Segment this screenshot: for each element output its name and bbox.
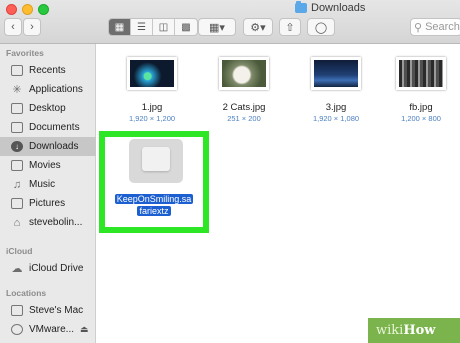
group-by-button[interactable]: ▦▾	[198, 18, 236, 36]
applications-icon: ✳	[12, 84, 22, 96]
selected-file-name: KeepOnSmiling.sa fariextz	[109, 193, 199, 217]
sidebar: Favorites Recents ✳ Applications Desktop…	[0, 44, 96, 343]
watermark-how: How	[403, 323, 436, 338]
image-thumbnail	[127, 57, 177, 90]
safari-extension-icon	[129, 139, 183, 183]
share-icon: ⇧	[285, 21, 295, 34]
sidebar-item-label: Music	[29, 179, 56, 190]
sidebar-item-label: Steve's Mac	[29, 305, 84, 316]
selected-safari-extension[interactable]: KeepOnSmiling.sa fariextz	[99, 131, 209, 233]
file-name-line2: fariextz	[137, 206, 171, 216]
favorites-header: Favorites	[6, 48, 44, 58]
wikihow-watermark: wiki How	[368, 318, 460, 343]
file-item[interactable]: 3.jpg 1,920 × 1,080	[299, 57, 373, 123]
sidebar-item-applications[interactable]: ✳ Applications	[0, 80, 96, 99]
search-icon: ⚲	[414, 21, 423, 34]
sidebar-item-label: VMware...	[29, 324, 75, 335]
sidebar-item-label: Movies	[29, 160, 61, 171]
camera-icon	[11, 198, 23, 209]
image-thumbnail	[219, 57, 269, 90]
file-item[interactable]: 2 Cats.jpg 251 × 200	[207, 57, 281, 123]
sidebar-item-steves-mac[interactable]: Steve's Mac	[0, 301, 96, 320]
file-item[interactable]: fb.jpg 1,200 × 800	[384, 57, 458, 123]
forward-button[interactable]: ›	[23, 18, 41, 36]
cloud-icon: ☁	[11, 263, 23, 275]
search-field[interactable]: ⚲ Search	[410, 18, 460, 36]
sidebar-item-home[interactable]: ⌂ stevebolin...	[0, 213, 96, 232]
edit-tags-button[interactable]: ◯	[307, 18, 335, 36]
action-menu-button[interactable]: ⚙▾	[243, 18, 273, 36]
file-dimensions: 1,920 × 1,080	[312, 114, 360, 123]
icloud-header: iCloud	[6, 246, 33, 256]
chevron-left-icon: ‹	[11, 21, 15, 33]
sidebar-item-label: Pictures	[29, 198, 66, 209]
share-button[interactable]: ⇧	[279, 18, 301, 36]
sidebar-item-documents[interactable]: Documents	[0, 118, 96, 137]
sidebar-item-label: Applications	[29, 84, 83, 95]
eject-icon[interactable]: ⏏	[80, 324, 89, 335]
music-icon: ♫	[12, 178, 22, 191]
file-name: fb.jpg	[409, 102, 433, 113]
grid-group-icon: ▦▾	[209, 21, 225, 34]
home-icon: ⌂	[13, 216, 21, 229]
column-view-button[interactable]: ◫	[153, 19, 175, 35]
file-name: 2 Cats.jpg	[222, 102, 266, 113]
gallery-view-button[interactable]: ▩	[175, 19, 197, 35]
list-icon: ☰	[137, 21, 146, 33]
finder-toolbar: Downloads ‹ › ▦ ☰ ◫ ▩ ▦▾ ⚙▾ ⇧ ◯ ⚲ Search	[0, 0, 460, 44]
window-title-text: Downloads	[311, 2, 366, 14]
zoom-window-button[interactable]	[38, 4, 49, 15]
sidebar-item-label: stevebolin...	[29, 217, 83, 228]
sidebar-item-recents[interactable]: Recents	[0, 61, 96, 80]
sidebar-item-icloud-drive[interactable]: ☁ iCloud Drive	[0, 259, 96, 278]
gear-icon: ⚙▾	[250, 21, 266, 34]
grid-icon: ▦	[114, 21, 125, 33]
sidebar-item-music[interactable]: ♫ Music	[0, 175, 96, 194]
chevron-right-icon: ›	[30, 21, 34, 33]
icon-view-button[interactable]: ▦	[109, 19, 131, 35]
sidebar-item-pictures[interactable]: Pictures	[0, 194, 96, 213]
window-title: Downloads	[295, 1, 366, 14]
file-dimensions: 1,200 × 800	[401, 114, 441, 123]
desktop-icon	[11, 103, 23, 114]
columns-icon: ◫	[158, 21, 169, 33]
watermark-wiki: wiki	[376, 323, 404, 338]
search-placeholder: Search	[425, 21, 460, 33]
file-browser: 1.jpg 1,920 × 1,200 2 Cats.jpg 251 × 200…	[97, 45, 460, 343]
file-name: 3.jpg	[325, 102, 347, 113]
sidebar-item-desktop[interactable]: Desktop	[0, 99, 96, 118]
film-icon	[11, 160, 23, 171]
file-name-line1: KeepOnSmiling.sa	[114, 194, 194, 204]
image-thumbnail	[311, 57, 361, 90]
file-dimensions: 251 × 200	[227, 114, 261, 123]
sidebar-item-label: Recents	[29, 65, 66, 76]
disk-icon	[11, 324, 23, 335]
close-window-button[interactable]	[6, 4, 17, 15]
sidebar-item-label: Desktop	[29, 103, 66, 114]
sidebar-item-label: Documents	[29, 122, 80, 133]
clock-icon	[11, 65, 23, 76]
file-dimensions: 1,920 × 1,200	[128, 114, 176, 123]
sidebar-item-label: Downloads	[29, 141, 79, 152]
document-icon	[11, 122, 23, 133]
file-item[interactable]: 1.jpg 1,920 × 1,200	[115, 57, 189, 123]
minimize-window-button[interactable]	[22, 4, 33, 15]
view-mode-selector: ▦ ☰ ◫ ▩	[108, 18, 198, 36]
folder-icon	[295, 1, 307, 13]
laptop-icon	[11, 305, 23, 316]
sidebar-item-vmware[interactable]: VMware... ⏏	[0, 320, 96, 339]
file-name: 1.jpg	[141, 102, 163, 113]
sidebar-item-movies[interactable]: Movies	[0, 156, 96, 175]
locations-header: Locations	[6, 288, 47, 298]
tag-icon: ◯	[314, 21, 328, 34]
sidebar-item-downloads[interactable]: ↓ Downloads	[0, 137, 96, 156]
download-icon: ↓	[11, 141, 23, 152]
gallery-icon: ▩	[181, 21, 191, 33]
sidebar-item-label: iCloud Drive	[29, 263, 84, 274]
back-button[interactable]: ‹	[4, 18, 22, 36]
list-view-button[interactable]: ☰	[131, 19, 153, 35]
image-thumbnail	[396, 57, 446, 90]
